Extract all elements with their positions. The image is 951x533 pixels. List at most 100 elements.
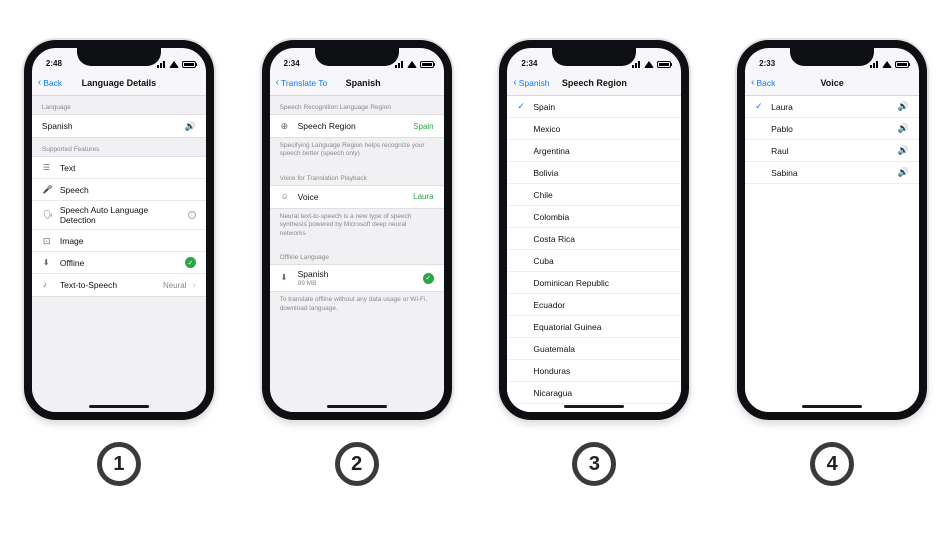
speech-icon xyxy=(43,185,53,195)
voice-item[interactable]: ✓Sabina🔊 xyxy=(745,162,919,184)
region-item[interactable]: ✓Cuba xyxy=(507,250,681,272)
voice-item[interactable]: ✓ Laura 🔊 xyxy=(745,96,919,118)
navbar: ‹ Translate To Spanish xyxy=(270,70,444,96)
region-item-label: Panama xyxy=(533,410,671,413)
wifi-icon xyxy=(407,61,417,68)
voice-item[interactable]: ✓Raul🔊 xyxy=(745,140,919,162)
speaker-icon[interactable]: 🔊 xyxy=(185,121,196,132)
signal-icon xyxy=(395,61,404,68)
home-indicator[interactable] xyxy=(327,405,387,408)
region-item[interactable]: ✓Chile xyxy=(507,184,681,206)
region-item-label: Guatemala xyxy=(533,344,671,354)
home-indicator[interactable] xyxy=(564,405,624,408)
navbar: ‹ Back Voice xyxy=(745,70,919,96)
offline-icon xyxy=(43,258,53,268)
battery-icon xyxy=(895,61,909,68)
offline-size: 99 MB xyxy=(298,280,417,287)
language-row[interactable]: Spanish 🔊 xyxy=(32,115,206,137)
voice-item-label: Raul xyxy=(771,146,892,156)
region-item-label: Bolivia xyxy=(533,168,671,178)
region-note: Specifying Language Region helps recogni… xyxy=(270,138,444,167)
voice-row[interactable]: Voice Laura xyxy=(270,186,444,208)
download-icon xyxy=(281,273,291,283)
region-item-label: Cuba xyxy=(533,256,671,266)
region-item[interactable]: ✓Argentina xyxy=(507,140,681,162)
region-item[interactable]: ✓Nicaragua xyxy=(507,382,681,404)
back-button[interactable]: ‹ Back xyxy=(38,78,62,88)
region-item[interactable]: ✓Costa Rica xyxy=(507,228,681,250)
clock: 2:34 xyxy=(284,59,300,68)
phone-4: 2:33 ‹ Back Voice ✓Laura🔊✓Pablo🔊✓Raul🔊✓S… xyxy=(737,40,927,420)
section-voice: Voice for Translation Playback xyxy=(270,167,444,185)
battery-icon xyxy=(420,61,434,68)
region-item[interactable]: ✓Guatemala xyxy=(507,338,681,360)
region-item[interactable]: ✓Spain xyxy=(507,96,681,118)
region-item-label: Costa Rica xyxy=(533,234,671,244)
back-button[interactable]: ‹ Translate To xyxy=(276,78,328,88)
voice-item-label: Laura xyxy=(771,102,892,112)
notch xyxy=(315,48,399,66)
notch xyxy=(790,48,874,66)
step-badge-3: 3 xyxy=(572,442,616,486)
detect-icon xyxy=(43,210,53,220)
tts-value: Neural xyxy=(163,281,187,290)
phone-2: 2:34 ‹ Translate To Spanish Speech Re xyxy=(262,40,452,420)
chevron-left-icon: ‹ xyxy=(513,78,516,88)
region-item[interactable]: ✓Mexico xyxy=(507,118,681,140)
step-badge-2: 2 xyxy=(335,442,379,486)
offline-row[interactable]: Spanish 99 MB ✓ xyxy=(270,265,444,291)
region-item[interactable]: ✓Honduras xyxy=(507,360,681,382)
speaker-icon[interactable]: 🔊 xyxy=(898,101,909,112)
wifi-icon xyxy=(644,61,654,68)
navbar: ‹ Back Language Details xyxy=(32,70,206,96)
clock: 2:33 xyxy=(759,59,775,68)
section-language: Language xyxy=(32,96,206,114)
voice-item[interactable]: ✓Pablo🔊 xyxy=(745,118,919,140)
voice-note: Neural text-to-speech is a new type of s… xyxy=(270,209,444,246)
feature-tts[interactable]: Text-to-Speech Neural › xyxy=(32,274,206,296)
signal-icon xyxy=(632,61,641,68)
speaker-icon[interactable]: 🔊 xyxy=(898,123,909,134)
battery-icon xyxy=(657,61,671,68)
back-button[interactable]: ‹ Spanish xyxy=(513,78,549,88)
back-label: Spanish xyxy=(519,78,550,88)
signal-icon xyxy=(157,61,166,68)
speaker-icon[interactable]: 🔊 xyxy=(898,167,909,178)
speaker-icon[interactable]: 🔊 xyxy=(898,145,909,156)
voice-item-label: Sabina xyxy=(771,168,892,178)
phone-1: 2:48 ‹ Back Language Details Language xyxy=(24,40,214,420)
region-item-label: Mexico xyxy=(533,124,671,134)
voice-list[interactable]: ✓Laura🔊✓Pablo🔊✓Raul🔊✓Sabina🔊 xyxy=(745,96,919,412)
region-item-label: Colombia xyxy=(533,212,671,222)
voice-icon xyxy=(281,192,291,202)
region-item-label: Dominican Republic xyxy=(533,278,671,288)
region-item-label: Ecuador xyxy=(533,300,671,310)
region-list[interactable]: ✓Spain✓Mexico✓Argentina✓Bolivia✓Chile✓Co… xyxy=(507,96,681,412)
region-item[interactable]: ✓Dominican Republic xyxy=(507,272,681,294)
signal-icon xyxy=(870,61,879,68)
back-label: Back xyxy=(43,78,62,88)
region-item[interactable]: ✓Colombia xyxy=(507,206,681,228)
section-offline: Offline Language xyxy=(270,246,444,264)
region-item-label: Equatorial Guinea xyxy=(533,322,671,332)
home-indicator[interactable] xyxy=(89,405,149,408)
region-item[interactable]: ✓Equatorial Guinea xyxy=(507,316,681,338)
region-item[interactable]: ✓Bolivia xyxy=(507,162,681,184)
info-icon[interactable]: i xyxy=(188,211,196,219)
region-item-label: Nicaragua xyxy=(533,388,671,398)
speech-region-row[interactable]: Speech Region Spain xyxy=(270,115,444,137)
region-item[interactable]: ✓Ecuador xyxy=(507,294,681,316)
region-item-label: Honduras xyxy=(533,366,671,376)
region-item-label: Chile xyxy=(533,190,671,200)
voice-value: Laura xyxy=(413,192,433,201)
check-icon: ✓ xyxy=(185,257,196,268)
home-indicator[interactable] xyxy=(802,405,862,408)
offline-note: To translate offline without any data us… xyxy=(270,292,444,321)
check-icon: ✓ xyxy=(755,101,765,112)
region-item-label: Spain xyxy=(533,102,671,112)
feature-text: Text xyxy=(32,157,206,179)
region-value: Spain xyxy=(413,122,433,131)
section-region: Speech Recognition Language Region xyxy=(270,96,444,114)
back-button[interactable]: ‹ Back xyxy=(751,78,775,88)
step-badge-4: 4 xyxy=(810,442,854,486)
